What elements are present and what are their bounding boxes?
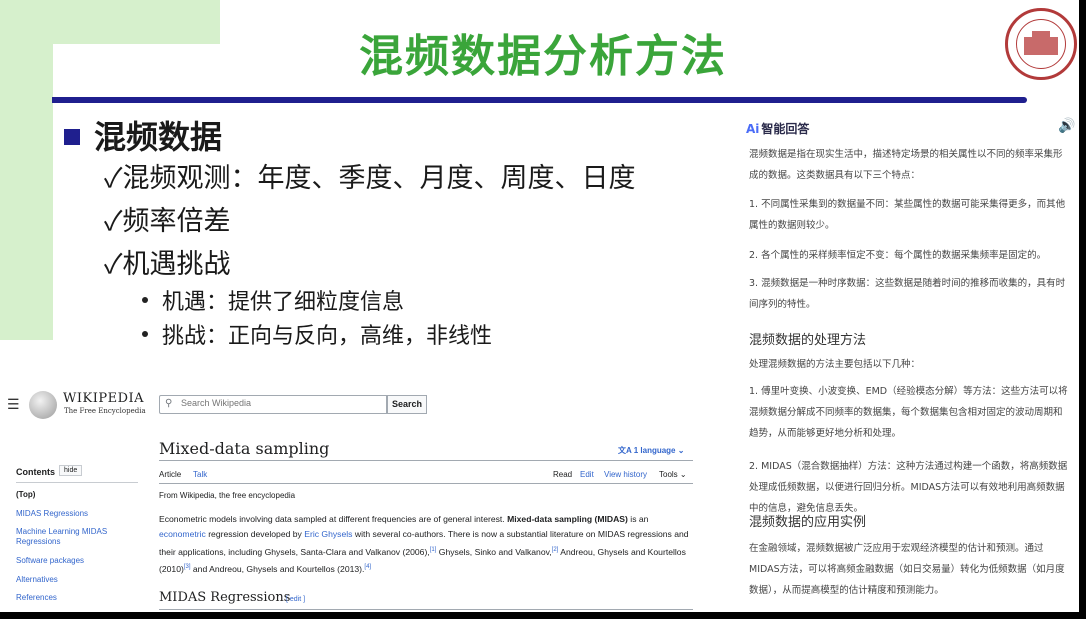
ai-method-1: 1. 傅里叶变换、小波变换、EMD（经验模态分解）等方法：这些方法可以将混频数据… <box>749 386 1068 439</box>
toc-item-midas-regressions[interactable]: MIDAS Regressions <box>16 509 136 519</box>
article-intro-paragraph: Econometric models involving data sample… <box>159 514 689 574</box>
section-edit-link[interactable]: [ edit ] <box>286 596 305 603</box>
slide: 混频数据分析方法 混频数据 ✓混频观测：年度、季度、月度、周度、日度 ✓频率倍差… <box>0 0 1079 612</box>
wikipedia-page: ☰ WIKIPEDIA The Free Encyclopedia ⚲ Sear… <box>0 382 706 612</box>
bullet-frequency-ratio: ✓频率倍差 <box>104 206 231 237</box>
sub-bullet-opportunity: 机遇：提供了细粒度信息 <box>142 284 404 316</box>
search-box[interactable]: ⚲ <box>159 395 387 414</box>
toc-item-software[interactable]: Software packages <box>16 556 136 566</box>
section-divider <box>159 609 693 610</box>
citation-4[interactable]: [4] <box>364 564 371 570</box>
article-title: Mixed-data sampling <box>159 439 330 458</box>
tab-view-history[interactable]: View history <box>604 470 647 479</box>
tab-edit[interactable]: Edit <box>580 470 594 479</box>
dot-bullet-icon <box>142 297 148 303</box>
decor-green-left <box>0 44 53 340</box>
toc-item-top[interactable]: (Top) <box>16 490 136 500</box>
language-selector[interactable]: 文A 1 language ⌄ <box>618 445 684 456</box>
toc-item-alternatives[interactable]: Alternatives <box>16 575 136 585</box>
ai-methods-intro: 处理混频数据的方法主要包括以下几种： <box>749 359 921 370</box>
ai-panel-header: Ai 智能回答 <box>746 122 810 136</box>
tools-menu[interactable]: Tools ⌄ <box>659 470 687 479</box>
square-bullet-icon <box>64 128 80 145</box>
main-menu-icon[interactable]: ☰ <box>7 396 20 413</box>
translate-icon: 文A <box>618 446 632 455</box>
sub-bullet-challenge: 挑战：正向与反向，高维，非线性 <box>142 318 492 350</box>
toc-hide-button[interactable]: hide <box>59 465 83 476</box>
speaker-icon[interactable]: 🔊 <box>1058 118 1075 134</box>
bullet-observations: ✓混频观测：年度、季度、月度、周度、日度 <box>104 163 636 194</box>
slide-title: 混频数据分析方法 <box>359 31 727 82</box>
dot-bullet-icon <box>142 331 148 337</box>
wikipedia-tagline: The Free Encyclopedia <box>64 407 146 415</box>
article-source-note: From Wikipedia, the free encyclopedia <box>159 491 296 500</box>
citation-3[interactable]: [3] <box>184 564 191 570</box>
ai-answer-panel: Ai 智能回答 🔊 混频数据是指在现实生活中，描述特定场景的相关属性以不同的频率采… <box>736 108 1079 612</box>
heading-mixed-data: 混频数据 <box>64 112 222 158</box>
bullet-opportunities-challenges: ✓机遇挑战 <box>104 249 231 280</box>
wikipedia-globe-logo[interactable] <box>29 391 57 419</box>
toc-item-references[interactable]: References <box>16 593 136 603</box>
toc-divider <box>16 482 138 483</box>
ai-method-2: 2. MIDAS（混合数据抽样）方法：这种方法通过构建一个函数，将高频数据处理成… <box>749 461 1068 514</box>
ai-heading-methods: 混频数据的处理方法 <box>749 333 867 348</box>
ai-point-1: 1. 不同属性采集到的数据量不同：某些属性的数据可能采集得更多，而其他属性的数据… <box>749 199 1066 231</box>
tab-talk[interactable]: Talk <box>193 470 207 479</box>
search-input[interactable] <box>179 397 383 409</box>
title-underline <box>52 97 1027 103</box>
tab-article[interactable]: Article <box>159 470 181 479</box>
search-button[interactable]: Search <box>387 395 427 414</box>
link-econometric[interactable]: econometric <box>159 529 206 539</box>
toc-item-ml-midas[interactable]: Machine Learning MIDAS Regressions <box>16 527 136 547</box>
section-title-midas: MIDAS Regressions <box>159 590 291 605</box>
university-seal-logo <box>1005 8 1077 80</box>
ai-intro-text: 混频数据是指在现实生活中，描述特定场景的相关属性以不同的频率采集形成的数据。这类… <box>749 149 1063 181</box>
tab-read[interactable]: Read <box>553 470 572 479</box>
ai-point-3: 3. 混频数据是一种时序数据：这些数据是随着时间的推移而收集的，具有时间序列的特… <box>749 278 1066 310</box>
title-divider <box>159 460 693 461</box>
ai-heading-applications: 混频数据的应用实例 <box>749 515 867 530</box>
wikipedia-wordmark[interactable]: WIKIPEDIA <box>63 391 144 406</box>
search-icon: ⚲ <box>165 398 173 409</box>
toc-title: Contents <box>16 467 55 477</box>
ai-point-2: 2. 各个属性的采样频率恒定不变：每个属性的数据采集频率是固定的。 <box>749 250 1047 261</box>
ai-application-text: 在金融领域，混频数据被广泛应用于宏观经济模型的估计和预测。通过MIDAS方法，可… <box>749 543 1065 596</box>
link-eric-ghysels[interactable]: Eric Ghysels <box>304 529 352 539</box>
tabs-divider <box>159 483 693 484</box>
ai-logo-icon: Ai <box>746 122 760 136</box>
